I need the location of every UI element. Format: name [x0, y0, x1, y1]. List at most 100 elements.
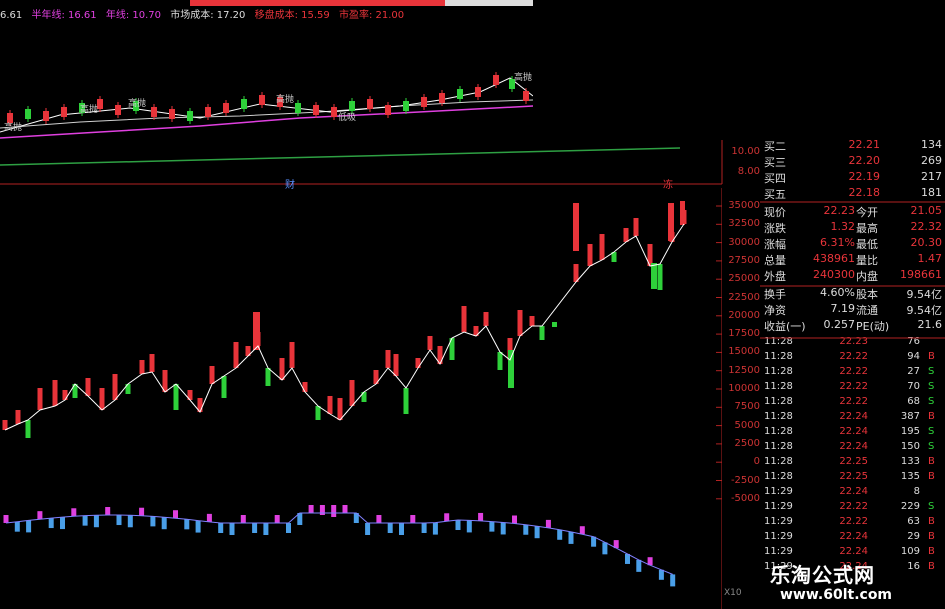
- indicator-bar: [221, 376, 227, 398]
- sub-bar: [37, 511, 43, 520]
- indicator-bar: [209, 366, 215, 384]
- kline-tag: 高抛: [276, 93, 294, 105]
- watermark-url: www.60lt.com: [780, 587, 893, 603]
- indicator-bar: [461, 306, 467, 332]
- indicator-bar: [289, 342, 295, 368]
- sub-bar: [331, 505, 337, 517]
- kline-tag: 低吸: [338, 111, 356, 123]
- sub-bar: [286, 523, 291, 533]
- sub-bar: [591, 536, 597, 547]
- sub-bar: [342, 505, 348, 513]
- indicator-bar: [349, 380, 355, 406]
- sub-bar: [545, 519, 551, 528]
- sub-bar: [455, 520, 461, 531]
- top-red-strip: [190, 0, 445, 6]
- kline-candle: [385, 105, 391, 115]
- sub-bar: [636, 559, 642, 572]
- sub-bar: [161, 517, 167, 530]
- quote-separators: [760, 201, 945, 339]
- watermark-title: 乐淘公式网: [770, 563, 875, 587]
- sub-bar: [93, 515, 99, 528]
- kline-candle: [457, 89, 463, 99]
- indicator-bar: [415, 358, 421, 368]
- indicator-bar: [99, 388, 105, 410]
- kline-candle: [61, 107, 67, 117]
- sub-bar: [26, 520, 32, 533]
- sub-bar: [602, 542, 608, 555]
- sub-bar: [387, 523, 393, 533]
- kline-candle: [187, 111, 193, 121]
- sub-bar: [3, 515, 9, 523]
- sub-bar: [252, 523, 258, 533]
- indicator-bar-big: [680, 201, 685, 225]
- right-axis: 35000 32500 30000 27500 25000 22500 20000 17500…: [708, 188, 760, 609]
- sub-bar: [376, 515, 382, 523]
- sub-bar: [534, 526, 540, 539]
- sub-bar: [150, 516, 156, 527]
- indicator-bar: [529, 316, 535, 326]
- sub-bar: [71, 508, 77, 517]
- sub-bar: [670, 574, 676, 587]
- kline-candle: [205, 107, 211, 117]
- kline-candle: [259, 95, 265, 105]
- sub-indicator-bars: [3, 505, 676, 587]
- sub-bar: [432, 522, 438, 535]
- indicator-bar: [25, 420, 31, 438]
- kline-candle: [115, 105, 121, 115]
- indicator-bar: [599, 234, 605, 260]
- axis-tick-label: -5000: [730, 492, 760, 504]
- indicator-bar: [37, 388, 43, 410]
- axis-tick-label: 27500: [728, 254, 760, 266]
- indicator-bar: [517, 310, 523, 336]
- indicator-bar: [265, 368, 271, 386]
- kline-tag: 高抛: [4, 121, 22, 133]
- axis-tick-label: 35000: [728, 200, 760, 211]
- sub-bar: [421, 523, 427, 533]
- sub-bar: [139, 507, 145, 516]
- sub-bar: [14, 521, 20, 532]
- stock-chart-window: 6.61 半年线: 16.61 年线: 10.70 市场成本: 17.20 移盘…: [0, 0, 945, 609]
- kline-candle: [241, 99, 247, 109]
- indicator-bar: [587, 244, 593, 266]
- indicator-bar: [327, 396, 333, 414]
- sub-bar: [60, 517, 65, 530]
- mid-band: [0, 140, 723, 185]
- quote-panel: 买二 22.21 134 买三 22.20 269 买四 22.19 217 买五 22.18 181…: [760, 138, 945, 572]
- scale-label: X10: [724, 588, 742, 598]
- indicator-bar: [15, 410, 21, 424]
- axis-tick-label: 5000: [734, 419, 760, 431]
- indicator-bar: [173, 384, 179, 410]
- indicator-bar: [2, 420, 8, 430]
- axis-tick-label: 20000: [728, 309, 760, 321]
- kline-candle: [151, 107, 157, 117]
- kline-panel[interactable]: 6.61 半年线: 16.61 年线: 10.70 市场成本: 17.20 移盘…: [0, 0, 533, 143]
- sub-bar: [229, 523, 235, 535]
- indicator-bar: [112, 374, 118, 400]
- main-indicator-chart[interactable]: [0, 188, 722, 609]
- indicator-bar: [403, 388, 409, 414]
- kline-candle: [403, 101, 409, 111]
- indicator-bar: [149, 354, 155, 372]
- sub-bar: [240, 515, 246, 523]
- sub-bar: [579, 526, 585, 535]
- kline-candle: [493, 75, 499, 85]
- sub-bar: [478, 512, 484, 521]
- indicator-bar: [315, 406, 321, 420]
- indicator-bar: [623, 228, 629, 242]
- indicator-bar: [539, 326, 545, 340]
- kline-candle: [223, 103, 229, 113]
- kline-candle: [7, 113, 13, 123]
- sub-bar: [466, 520, 472, 533]
- axis-tick-label: 10000: [728, 383, 760, 394]
- kline-tag: 高抛: [514, 71, 532, 83]
- indicator-bar-big: [651, 263, 657, 289]
- sub-bar: [184, 519, 190, 530]
- indicator-bars: [2, 201, 687, 438]
- indicator-line: [4, 223, 685, 431]
- mid-tick-1: 10.00: [731, 146, 760, 157]
- sub-bar: [48, 518, 54, 529]
- kline-candle: [523, 91, 529, 101]
- sub-bar: [568, 531, 574, 544]
- sub-bar: [410, 515, 416, 523]
- kline-tag: 高抛: [128, 97, 146, 109]
